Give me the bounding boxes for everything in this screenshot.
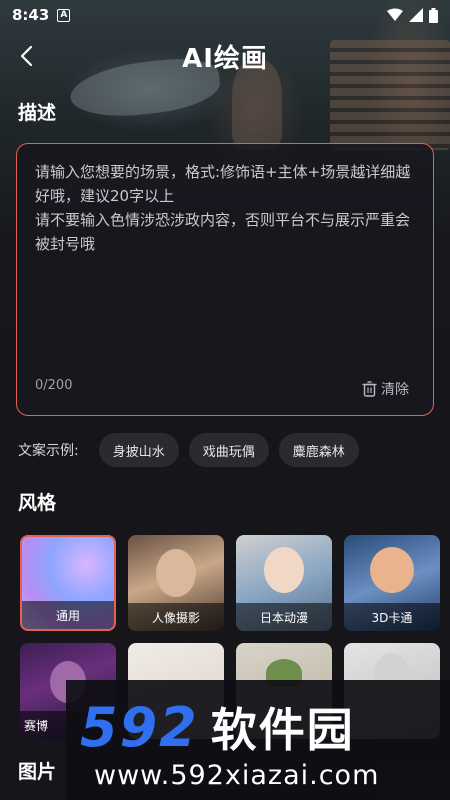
examples-row: 文案示例: 身披山水 戏曲玩偶 麋鹿森林 [18, 432, 438, 468]
style-card-3d-cartoon[interactable]: 3D卡通 [344, 535, 440, 631]
anime-face-shape [264, 547, 304, 593]
clear-label: 清除 [381, 382, 409, 398]
style-section-label: 风格 [18, 492, 57, 514]
chevron-left-icon [20, 45, 33, 67]
style-card-label: 人像摄影 [128, 603, 224, 631]
style-card-anime[interactable]: 日本动漫 [236, 535, 332, 631]
description-section-label: 描述 [18, 102, 57, 124]
char-count: 0/200 [35, 378, 73, 393]
page-title: AI绘画 [182, 43, 268, 74]
example-chip[interactable]: 身披山水 [98, 433, 179, 467]
style-card-label: 日本动漫 [236, 603, 332, 631]
description-input[interactable]: 请输入您想要的场景，格式:修饰语+主体+场景越详细越好哦，建议20字以上 请不要… [35, 160, 420, 360]
watermark: 592 软件园 www.592xiazai.com [66, 680, 450, 800]
portrait-face-shape [156, 549, 196, 597]
status-bar: 8:43 A [0, 0, 450, 30]
style-card-general[interactable]: 通用 [20, 535, 116, 631]
clear-button[interactable]: 清除 [362, 379, 409, 399]
status-time: 8:43 [12, 6, 50, 24]
app-header: AI绘画 [0, 30, 450, 82]
style-card-label: 3D卡通 [344, 603, 440, 631]
signal-icon [409, 8, 423, 22]
watermark-url: www.592xiazai.com [94, 760, 380, 791]
watermark-logo-text: 软件园 [210, 703, 355, 757]
bottom-section-label: 图片 [18, 761, 57, 783]
description-box[interactable]: 请输入您想要的场景，格式:修饰语+主体+场景越详细越好哦，建议20字以上 请不要… [16, 143, 434, 416]
cartoon-face-shape [370, 547, 414, 593]
examples-label: 文案示例: [18, 443, 79, 459]
notification-icon: A [57, 8, 71, 22]
back-button[interactable] [12, 42, 40, 70]
watermark-logo-number: 592 [80, 696, 199, 759]
style-card-label: 通用 [22, 601, 114, 629]
example-chip[interactable]: 麋鹿森林 [278, 433, 359, 467]
watermark-logo: 592 软件园 [80, 694, 355, 760]
wifi-icon [387, 8, 403, 21]
trash-icon [362, 381, 377, 397]
style-card-portrait[interactable]: 人像摄影 [128, 535, 224, 631]
example-chip[interactable]: 戏曲玩偶 [188, 433, 269, 467]
battery-icon [429, 7, 438, 23]
